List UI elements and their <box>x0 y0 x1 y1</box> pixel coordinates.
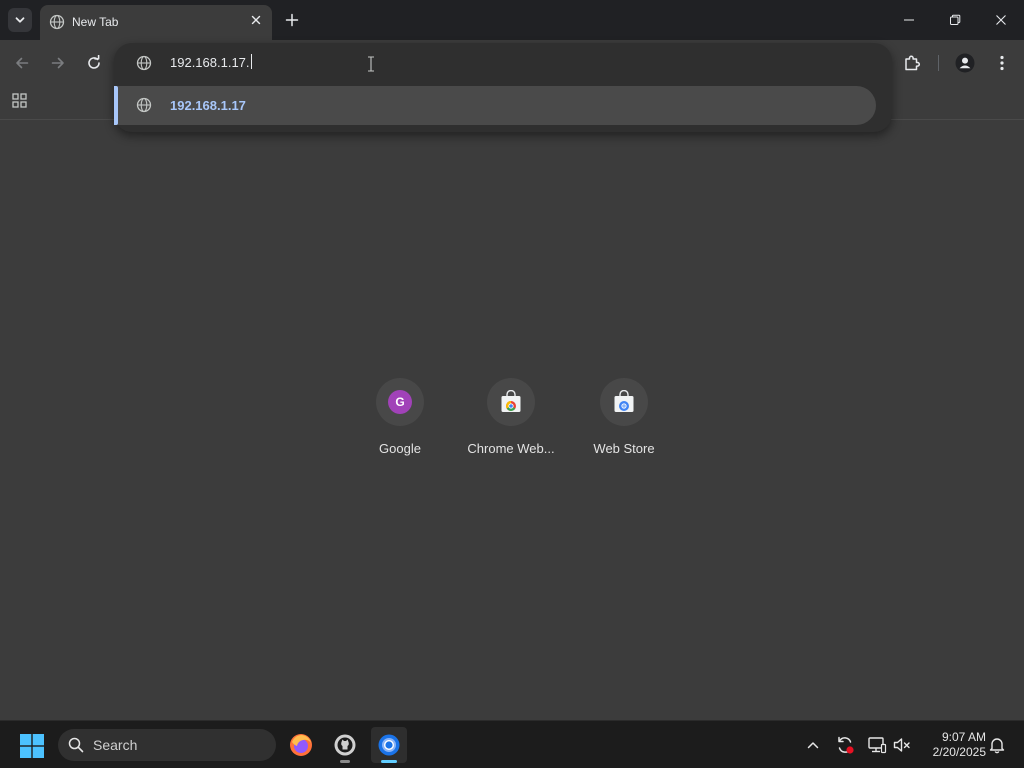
restore-button[interactable] <box>942 8 968 32</box>
kebab-menu-icon <box>1000 55 1004 71</box>
text-caret <box>250 54 252 69</box>
shortcut-icon-circle <box>487 378 535 426</box>
bell-icon <box>989 738 1005 754</box>
shortcut-label: Chrome Web... <box>467 441 555 456</box>
back-button[interactable] <box>12 53 32 73</box>
firefox-icon <box>290 734 312 756</box>
close-window-button[interactable] <box>988 8 1014 32</box>
suggestion-highlight-bar <box>114 86 118 125</box>
text-cursor-icon <box>367 56 375 72</box>
shortcut-web-store[interactable]: Web Store <box>568 378 680 466</box>
taskbar-search-box[interactable]: Search <box>58 729 276 761</box>
search-label: Search <box>93 737 138 753</box>
arrow-left-icon <box>16 57 29 69</box>
taskbar-clock[interactable]: 9:07 AM 2/20/2025 <box>920 730 986 760</box>
search-icon <box>68 737 84 753</box>
extensions-button[interactable] <box>902 53 922 73</box>
minimize-button[interactable] <box>896 8 922 32</box>
active-indicator <box>381 760 397 763</box>
toolbar-divider <box>938 55 939 71</box>
profile-button[interactable] <box>955 53 975 73</box>
arrow-right-icon <box>51 57 64 69</box>
notifications-button[interactable] <box>987 735 1007 755</box>
shortcut-icon-circle <box>600 378 648 426</box>
omnibox-suggestion[interactable]: 192.168.1.17 <box>114 86 876 125</box>
omnibox-dropdown: 192.168.1.17. 192.168.1.17 <box>114 43 892 132</box>
address-bar-input[interactable]: 192.168.1.17. <box>170 54 770 72</box>
volume-tray-button[interactable] <box>892 735 912 755</box>
apps-grid-icon[interactable] <box>11 92 29 110</box>
taskbar-app-chrome[interactable] <box>371 727 407 763</box>
web-store-icon <box>614 390 634 412</box>
clock-time: 9:07 AM <box>941 730 986 744</box>
taskbar-app-firefox[interactable] <box>283 727 319 763</box>
shortcut-icon-circle: G <box>376 378 424 426</box>
chevron-up-icon <box>807 742 819 749</box>
shortcut-google[interactable]: G Google <box>344 378 456 466</box>
taskbar-app-github-desktop[interactable] <box>327 727 363 763</box>
shortcut-label: Web Store <box>593 441 655 456</box>
tab-title: New Tab <box>72 15 119 29</box>
reload-button[interactable] <box>84 53 104 73</box>
address-bar-text: 192.168.1.17. <box>170 55 250 70</box>
puzzle-icon <box>905 55 921 71</box>
avatar-icon <box>955 53 975 73</box>
network-icon <box>868 737 887 754</box>
sync-error-icon <box>838 736 854 754</box>
shortcut-chrome-web-store[interactable]: Chrome Web... <box>455 378 567 466</box>
running-indicator <box>340 760 350 763</box>
suggestion-text: 192.168.1.17 <box>170 98 246 113</box>
volume-muted-icon <box>893 738 910 752</box>
plus-icon <box>285 13 299 27</box>
globe-icon <box>136 55 152 71</box>
network-tray-button[interactable] <box>867 735 887 755</box>
globe-icon <box>49 14 65 30</box>
forward-button[interactable] <box>48 53 68 73</box>
tab-search-button[interactable] <box>8 8 32 32</box>
reload-icon <box>88 55 100 69</box>
close-icon <box>251 15 261 25</box>
taskbar: Search 9:07 AM 2/20/2025 <box>0 720 1024 768</box>
new-tab-button[interactable] <box>282 10 302 30</box>
chrome-web-store-icon <box>501 390 521 412</box>
windows-logo-icon <box>20 734 44 758</box>
title-bar: New Tab <box>0 0 1024 40</box>
chrome-icon <box>378 734 400 756</box>
google-letter-icon: G <box>388 390 412 414</box>
sync-tray-button[interactable] <box>835 735 855 755</box>
github-desktop-icon <box>334 734 356 756</box>
tab-close-button[interactable] <box>248 12 264 28</box>
minimize-icon <box>904 19 914 21</box>
tab-new-tab[interactable]: New Tab <box>40 5 272 40</box>
restore-icon <box>950 14 961 25</box>
start-button[interactable] <box>20 734 44 758</box>
shortcut-label: Google <box>379 441 421 456</box>
show-hidden-icons-button[interactable] <box>803 735 823 755</box>
globe-icon <box>136 97 152 113</box>
chevron-down-icon <box>15 17 25 23</box>
menu-button[interactable] <box>992 53 1012 73</box>
clock-date: 2/20/2025 <box>932 745 986 759</box>
close-icon <box>996 15 1006 25</box>
